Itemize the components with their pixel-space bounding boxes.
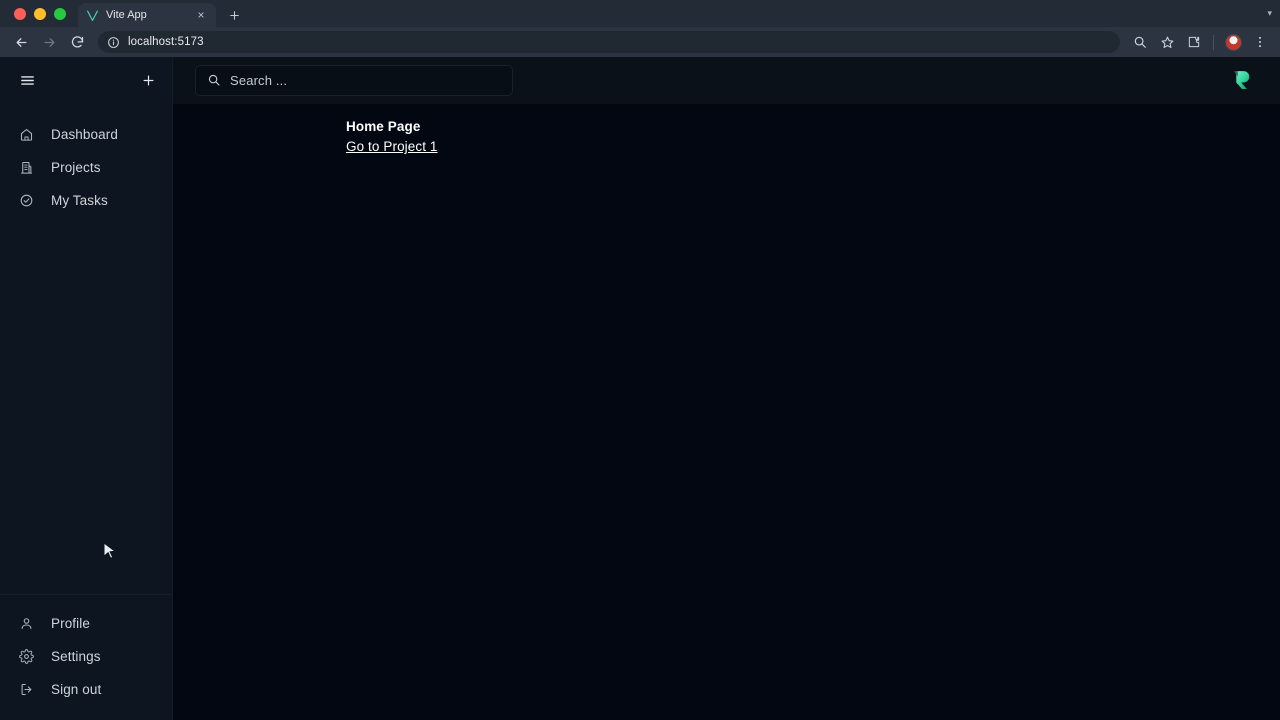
page-content: Home Page Go to Project 1 — [173, 104, 1280, 720]
logout-icon — [19, 682, 34, 697]
sidebar-item-projects[interactable]: Projects — [0, 151, 172, 184]
go-to-project-link[interactable]: Go to Project 1 — [346, 137, 438, 157]
bookmark-star-icon[interactable] — [1155, 30, 1179, 54]
new-tab-button[interactable] — [222, 3, 246, 27]
sidebar-item-label: My Tasks — [51, 193, 108, 208]
vite-logo-icon — [86, 9, 99, 22]
sidebar-item-dashboard[interactable]: Dashboard — [0, 118, 172, 151]
sidebar-item-settings[interactable]: Settings — [0, 640, 172, 673]
page-viewport: Dashboard Projects My Tasks Profile Sett… — [0, 57, 1280, 720]
info-circle-icon[interactable] — [107, 36, 120, 49]
sidebar-nav: Dashboard Projects My Tasks — [0, 104, 172, 217]
tab-close-icon[interactable]: × — [194, 8, 208, 22]
back-button[interactable] — [8, 29, 34, 55]
building-icon — [19, 160, 34, 175]
avatar — [1224, 33, 1242, 51]
chrome-menu-icon[interactable] — [1248, 30, 1272, 54]
window-controls — [10, 0, 78, 27]
sidebar-header — [0, 57, 172, 104]
address-bar[interactable]: localhost:5173 — [98, 31, 1120, 53]
window-close-button[interactable] — [14, 7, 26, 20]
sidebar-item-profile[interactable]: Profile — [0, 607, 172, 640]
forward-button[interactable] — [36, 29, 62, 55]
zoom-search-icon[interactable] — [1128, 30, 1152, 54]
browser-tab-title: Vite App — [106, 9, 147, 21]
sidebar-item-my-tasks[interactable]: My Tasks — [0, 184, 172, 217]
address-bar-url: localhost:5173 — [128, 36, 204, 48]
tab-list-chevron-icon[interactable]: ▾ — [1267, 8, 1272, 19]
sidebar-item-label: Dashboard — [51, 127, 118, 142]
search-placeholder: Search ... — [230, 72, 288, 88]
sidebar-footer-nav: Profile Settings Sign out — [0, 594, 172, 720]
app-sidebar: Dashboard Projects My Tasks Profile Sett… — [0, 57, 173, 720]
app-main: Search ... Home Page Go to Project 1 — [173, 57, 1280, 720]
sidebar-item-label: Projects — [51, 160, 101, 175]
home-icon — [19, 127, 34, 142]
gear-icon — [19, 649, 34, 664]
sidebar-item-sign-out[interactable]: Sign out — [0, 673, 172, 706]
extensions-puzzle-icon[interactable] — [1182, 30, 1206, 54]
page-title: Home Page — [346, 119, 421, 134]
toolbar-actions — [1128, 30, 1272, 54]
app-header: Search ... — [173, 57, 1280, 104]
sidebar-item-label: Sign out — [51, 682, 102, 697]
search-icon — [207, 73, 221, 87]
browser-toolbar: localhost:5173 — [0, 27, 1280, 57]
tab-strip-actions: ▾ — [1267, 0, 1280, 27]
window-minimize-button[interactable] — [34, 7, 46, 20]
sidebar-item-label: Profile — [51, 616, 90, 631]
browser-tab-strip: Vite App × ▾ — [0, 0, 1280, 27]
hamburger-menu-icon[interactable] — [17, 71, 37, 91]
user-icon — [19, 616, 34, 631]
profile-avatar-icon[interactable] — [1221, 30, 1245, 54]
plus-icon[interactable] — [138, 71, 158, 91]
check-circle-icon — [19, 193, 34, 208]
browser-tab[interactable]: Vite App × — [78, 3, 216, 27]
toolbar-divider — [1213, 34, 1214, 50]
sidebar-item-label: Settings — [51, 649, 101, 664]
window-maximize-button[interactable] — [54, 7, 66, 20]
reload-button[interactable] — [64, 29, 90, 55]
browser-window: Vite App × ▾ localhost:5173 Dashboard Pr… — [0, 0, 1280, 720]
app-logo-r-mark — [1229, 67, 1255, 93]
search-input[interactable]: Search ... — [195, 64, 513, 96]
